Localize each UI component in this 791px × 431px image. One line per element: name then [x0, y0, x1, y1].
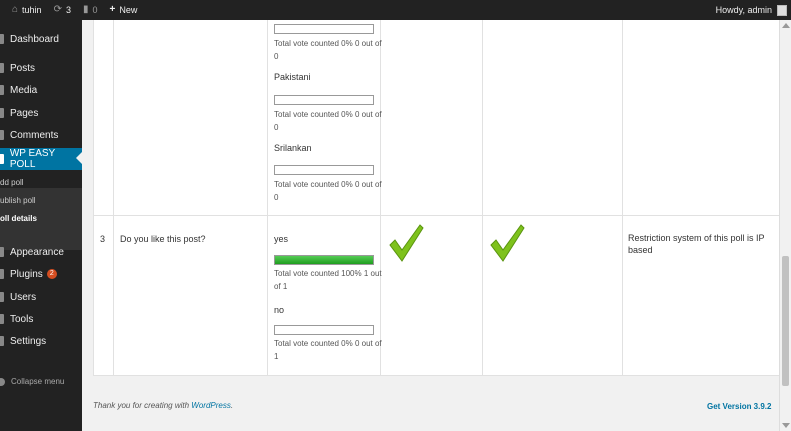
poll-question: Do you like this post? [120, 234, 206, 244]
scroll-down-arrow-icon[interactable] [782, 423, 790, 428]
poll-details-table: Total vote counted 0% 0 out of 0 Pakista… [93, 20, 780, 376]
menu-settings[interactable]: Settings [0, 331, 82, 351]
updates-count: 3 [65, 5, 71, 15]
menu-wp-easy-poll[interactable]: WP EASY POLL [0, 148, 82, 170]
collapse-menu-button[interactable]: Collapse menu [0, 377, 64, 386]
menu-label: Posts [10, 62, 36, 74]
vote-stat: Total vote counted 0% 0 out of 0 [274, 180, 382, 202]
option-label: Pakistani [274, 72, 311, 82]
column-divider [113, 20, 114, 375]
submenu-add-poll[interactable]: dd poll [0, 178, 24, 187]
restriction-note: Restriction system of this poll is IP ba… [628, 233, 765, 255]
vote-stat: Total vote counted 0% 0 out of 0 [274, 39, 382, 61]
menu-label: Appearance [10, 246, 64, 258]
menu-media[interactable]: Media [0, 80, 82, 100]
wordpress-link[interactable]: WordPress [191, 401, 231, 410]
menu-label: Plugins [10, 268, 43, 280]
menu-label: WP EASY POLL [9, 148, 56, 170]
comments-link[interactable]: ▮ 0 [77, 0, 104, 20]
plus-icon: + [109, 4, 116, 15]
tools-icon [0, 314, 4, 324]
column-divider [482, 20, 483, 375]
vote-progress-bar [274, 24, 374, 34]
plugins-update-badge: 2 [46, 269, 57, 279]
new-label: New [119, 5, 138, 15]
scroll-up-arrow-icon[interactable] [782, 23, 790, 28]
updates-link[interactable]: ⟳ 3 [48, 0, 77, 20]
my-account[interactable]: Howdy, admin [716, 0, 787, 20]
menu-posts[interactable]: Posts [0, 58, 82, 78]
checkmark-icon [490, 224, 525, 262]
menu-tools[interactable]: Tools [0, 309, 82, 329]
vote-stat: Total vote counted 100% 1 out of 1 [274, 269, 382, 291]
media-icon [0, 85, 4, 95]
menu-plugins[interactable]: Plugins 2 [0, 264, 82, 284]
users-icon [0, 292, 4, 302]
menu-label: Media [10, 84, 38, 96]
vote-progress-bar [274, 95, 374, 105]
menu-label: Pages [10, 107, 39, 119]
comments-count: 0 [92, 5, 98, 15]
comments-icon [0, 130, 4, 140]
row-divider [94, 215, 779, 216]
vote-stat: Total vote counted 0% 0 out of 0 [274, 110, 382, 132]
submenu-publish-poll[interactable]: ublish poll [0, 196, 36, 205]
menu-label: Comments [10, 129, 59, 141]
appearance-icon [0, 247, 4, 257]
get-version-link[interactable]: Get Version 3.9.2 [707, 402, 771, 411]
greeting: Howdy, admin [715, 5, 772, 15]
settings-icon [0, 336, 4, 346]
poll-number: 3 [100, 234, 106, 244]
submenu-poll-details[interactable]: oll details [0, 214, 37, 223]
plugins-icon [0, 269, 4, 279]
option-label: Srilankan [274, 143, 312, 153]
new-content-link[interactable]: + New [104, 0, 144, 20]
site-name-link[interactable]: ⌂ tuhin [0, 0, 48, 20]
admin-sidebar: Dashboard Posts Media Pages Comments WP … [0, 20, 82, 431]
menu-comments[interactable]: Comments [0, 125, 82, 145]
pages-icon [0, 108, 4, 118]
menu-label: Dashboard [10, 33, 59, 45]
menu-label: Users [10, 291, 37, 303]
footer-thanks-prefix: Thank you for creating with [93, 401, 190, 410]
collapse-icon [0, 377, 5, 386]
menu-label: Tools [10, 313, 34, 325]
vote-progress-bar [274, 255, 374, 265]
vote-progress-bar [274, 325, 374, 335]
posts-icon [0, 63, 4, 73]
admin-bar: ⌂ tuhin ⟳ 3 ▮ 0 + New Howdy, admin [0, 0, 791, 20]
menu-appearance[interactable]: Appearance [0, 242, 82, 262]
scroll-thumb[interactable] [782, 256, 789, 386]
vote-progress-bar [274, 165, 374, 175]
home-icon: ⌂ [12, 4, 19, 15]
menu-pages[interactable]: Pages [0, 103, 82, 123]
menu-dashboard[interactable]: Dashboard [0, 29, 82, 49]
comment-icon: ▮ [82, 4, 89, 15]
vote-stat: Total vote counted 0% 0 out of 1 [274, 339, 382, 361]
column-divider [622, 20, 623, 375]
page-scrollbar[interactable] [779, 20, 791, 431]
collapse-label: Collapse menu [11, 377, 65, 386]
menu-label: Settings [10, 335, 47, 347]
dashboard-icon [0, 34, 4, 44]
option-label: no [274, 305, 285, 315]
refresh-icon: ⟳ [53, 4, 62, 15]
site-name: tuhin [22, 5, 42, 15]
checkmark-icon [389, 224, 424, 262]
poll-icon [0, 154, 4, 164]
footer-thanks-suffix: . [230, 401, 234, 410]
avatar [777, 4, 787, 16]
menu-users[interactable]: Users [0, 287, 82, 307]
option-label: yes [274, 234, 289, 244]
footer-thanks: Thank you for creating with WordPress. [93, 401, 233, 410]
column-divider [267, 20, 268, 375]
